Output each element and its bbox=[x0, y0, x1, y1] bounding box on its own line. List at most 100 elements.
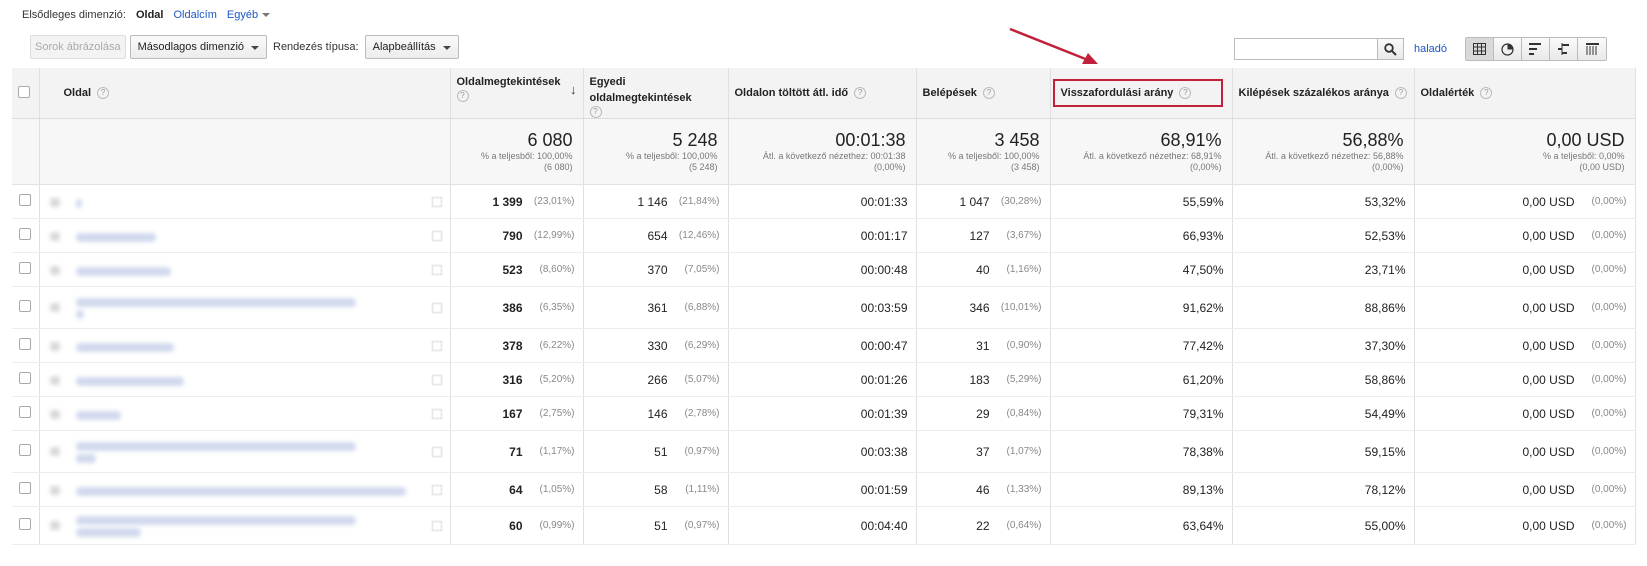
exit-rate-cell: 37,30% bbox=[1232, 328, 1415, 364]
exit-rate-cell: 54,49% bbox=[1232, 396, 1415, 432]
dimension-option-page[interactable]: Oldal bbox=[136, 9, 164, 21]
row-checkbox[interactable] bbox=[19, 372, 32, 385]
search-button[interactable] bbox=[1378, 38, 1404, 60]
total-exit-rate: 56,88% Átl. a következő nézethez: 56,88%(… bbox=[1232, 118, 1415, 186]
table-row[interactable]: 523 (8,60%) 370 (7,05%) 00:00:48 40 (1,16%)… bbox=[12, 252, 1636, 288]
page-value-cell: 0,00 USD (0,00%) bbox=[1414, 328, 1636, 364]
pie-view-icon[interactable] bbox=[1494, 38, 1522, 60]
row-select-cell bbox=[12, 218, 40, 254]
blurred-page-path[interactable] bbox=[75, 309, 84, 319]
table-row[interactable]: 316 (5,20%) 266 (5,07%) 00:01:26 183 (5,29%… bbox=[12, 362, 1636, 398]
row-checkbox[interactable] bbox=[19, 482, 32, 495]
performance-view-icon[interactable] bbox=[1522, 38, 1550, 60]
blurred-page-path[interactable] bbox=[75, 441, 356, 451]
col-header-avg-time[interactable]: Oldalon töltött átl. idő? bbox=[728, 68, 917, 120]
col-header-page-value[interactable]: Oldalérték? bbox=[1414, 68, 1636, 120]
open-page-icon[interactable] bbox=[431, 196, 442, 207]
table-row[interactable]: 386 (6,35%) 361 (6,88%) 00:03:59 346 (10,01… bbox=[12, 286, 1636, 330]
open-page-icon[interactable] bbox=[431, 340, 442, 351]
row-select-cell bbox=[12, 506, 40, 546]
help-icon[interactable]: ? bbox=[589, 106, 602, 119]
entrances-cell: 31 (0,90%) bbox=[916, 328, 1051, 364]
open-page-icon[interactable] bbox=[431, 484, 442, 495]
col-header-exit-rate[interactable]: Kilépések százalékos aránya? bbox=[1232, 68, 1415, 120]
open-page-icon[interactable] bbox=[431, 446, 442, 457]
table-row[interactable]: 60 (0,99%) 51 (0,97%) 00:04:40 22 (0,64%) 6… bbox=[12, 506, 1636, 546]
plot-rows-button[interactable]: Sorok ábrázolása bbox=[30, 35, 126, 59]
table-row[interactable]: 1 399 (23,01%) 1 146 (21,84%) 00:01:33 1 0… bbox=[12, 184, 1636, 220]
blurred-page-path[interactable] bbox=[75, 515, 356, 525]
dimension-option-page-title[interactable]: Oldalcím bbox=[173, 9, 216, 21]
help-icon[interactable]: ? bbox=[97, 87, 110, 100]
blurred-page-path[interactable] bbox=[75, 453, 96, 463]
open-page-icon[interactable] bbox=[431, 230, 442, 241]
blurred-page-path[interactable] bbox=[75, 297, 356, 307]
entrances-cell: 40 (1,16%) bbox=[916, 252, 1051, 288]
dimension-option-other[interactable]: Egyéb bbox=[227, 9, 271, 21]
blurred-page-path[interactable] bbox=[75, 198, 82, 208]
blurred-page-path[interactable] bbox=[75, 266, 171, 276]
row-checkbox[interactable] bbox=[19, 194, 32, 207]
help-icon[interactable]: ? bbox=[1480, 87, 1493, 100]
table-view-icon[interactable] bbox=[1466, 38, 1494, 60]
select-all-checkbox[interactable] bbox=[18, 85, 30, 98]
blurred-page-path[interactable] bbox=[75, 527, 141, 537]
advanced-filter-link[interactable]: haladó bbox=[1414, 43, 1447, 55]
row-checkbox[interactable] bbox=[19, 262, 32, 275]
exit-rate-cell: 88,86% bbox=[1232, 286, 1415, 330]
table-row[interactable]: 64 (1,05%) 58 (1,11%) 00:01:59 46 (1,33%) 8… bbox=[12, 472, 1636, 508]
total-avg-time: 00:01:38 Átl. a következő nézethez: 00:01… bbox=[728, 118, 917, 186]
help-icon[interactable]: ? bbox=[854, 87, 867, 100]
col-header-page[interactable]: Oldal? bbox=[39, 68, 451, 120]
blurred-page-path[interactable] bbox=[75, 376, 184, 386]
primary-dimension-bar: Elsődleges dimenzió: Oldal Oldalcím Egyé… bbox=[0, 0, 1647, 30]
row-checkbox[interactable] bbox=[19, 406, 32, 419]
primary-dimension-label: Elsődleges dimenzió: bbox=[22, 9, 126, 21]
row-checkbox[interactable] bbox=[19, 300, 32, 313]
row-index bbox=[49, 485, 60, 495]
open-page-icon[interactable] bbox=[431, 302, 442, 313]
row-checkbox[interactable] bbox=[19, 444, 32, 457]
comparison-view-icon[interactable] bbox=[1550, 38, 1578, 60]
col-header-unique-pageviews[interactable]: Egyedi oldalmegtekintések? bbox=[583, 68, 729, 120]
table-row[interactable]: 167 (2,75%) 146 (2,78%) 00:01:39 29 (0,84%)… bbox=[12, 396, 1636, 432]
row-checkbox[interactable] bbox=[19, 338, 32, 351]
row-index bbox=[49, 341, 60, 351]
table-row[interactable]: 790 (12,99%) 654 (12,46%) 00:01:17 127 (3,6… bbox=[12, 218, 1636, 254]
table-row[interactable]: 71 (1,17%) 51 (0,97%) 00:03:38 37 (1,07%) 7… bbox=[12, 430, 1636, 474]
help-icon[interactable]: ? bbox=[1179, 87, 1192, 100]
bounce-rate-cell: 66,93% bbox=[1050, 218, 1233, 254]
table-row[interactable]: 378 (6,22%) 330 (6,29%) 00:00:47 31 (0,90%)… bbox=[12, 328, 1636, 364]
open-page-icon[interactable] bbox=[431, 374, 442, 385]
open-page-icon[interactable] bbox=[431, 520, 442, 531]
open-page-icon[interactable] bbox=[431, 408, 442, 419]
open-page-icon[interactable] bbox=[431, 264, 442, 275]
pivot-view-icon[interactable] bbox=[1578, 38, 1606, 60]
search-icon bbox=[1384, 42, 1397, 56]
bounce-rate-cell: 61,20% bbox=[1050, 362, 1233, 398]
col-header-pageviews[interactable]: Oldalmegtekintések? ↓ bbox=[450, 68, 584, 120]
help-icon[interactable]: ? bbox=[982, 87, 995, 100]
avg-time-cell: 00:00:48 bbox=[728, 252, 917, 288]
totals-blank bbox=[39, 118, 451, 186]
search-input[interactable] bbox=[1234, 38, 1378, 60]
col-header-entrances[interactable]: Belépések? bbox=[916, 68, 1051, 120]
help-icon[interactable]: ? bbox=[456, 90, 469, 103]
row-checkbox[interactable] bbox=[19, 228, 32, 241]
blurred-page-path[interactable] bbox=[75, 410, 121, 420]
row-select-cell bbox=[12, 396, 40, 432]
page-value-cell: 0,00 USD (0,00%) bbox=[1414, 472, 1636, 508]
unique-pageviews-cell: 654 (12,46%) bbox=[583, 218, 729, 254]
row-select-cell bbox=[12, 184, 40, 220]
blurred-page-path[interactable] bbox=[75, 486, 406, 496]
row-select-cell bbox=[12, 362, 40, 398]
avg-time-cell: 00:01:59 bbox=[728, 472, 917, 508]
help-icon[interactable]: ? bbox=[1394, 87, 1407, 100]
blurred-page-path[interactable] bbox=[75, 232, 156, 242]
secondary-dimension-dropdown[interactable]: Másodlagos dimenzió bbox=[129, 35, 267, 59]
sort-type-dropdown[interactable]: Alapbeállítás bbox=[364, 35, 459, 59]
blurred-page-path[interactable] bbox=[75, 342, 174, 352]
col-header-bounce-rate[interactable]: Visszafordulási arány? bbox=[1050, 68, 1233, 120]
row-checkbox[interactable] bbox=[19, 518, 32, 531]
entrances-cell: 22 (0,64%) bbox=[916, 506, 1051, 546]
